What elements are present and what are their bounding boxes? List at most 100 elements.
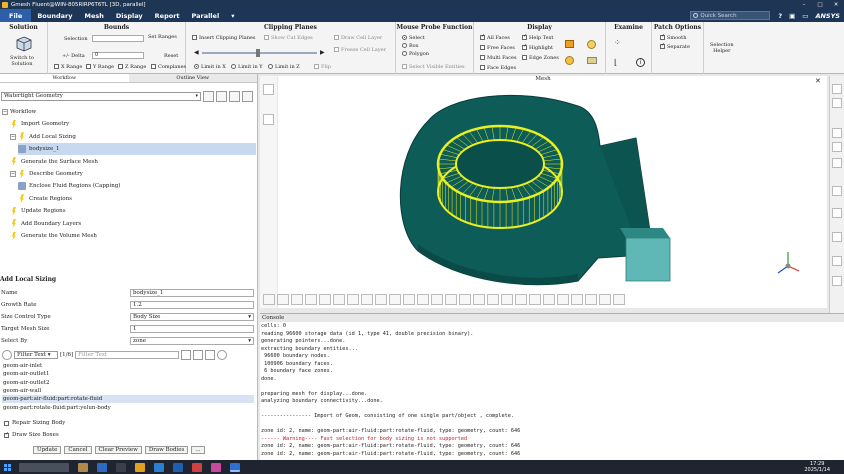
tool-draw-icon[interactable] [501,294,513,305]
workflow-tree-item[interactable]: bodysize_1 [18,143,256,156]
tool-multi-icon[interactable] [375,294,387,305]
tool-label-icon[interactable] [487,294,499,305]
list-options-icon[interactable] [205,349,216,360]
menu-mesh[interactable]: Mesh [78,12,109,20]
limit-y-radio[interactable] [231,64,236,69]
tool-hand-icon[interactable] [557,294,569,305]
tool-point-icon[interactable] [277,294,289,305]
menu-boundary[interactable]: Boundary [31,12,78,20]
taskbar-folder-icon[interactable] [135,462,145,472]
property-input[interactable]: 1 [130,324,254,333]
tool-object-icon[interactable] [445,294,457,305]
filter-type-select[interactable]: Filter Text ▾ [14,350,58,359]
workflow-tree-item[interactable]: Add Boundary Layers [10,218,81,230]
workflow-tree-item[interactable]: Generate the Volume Mesh [10,230,97,242]
tool-body-icon[interactable] [361,294,373,305]
zoom-box-icon[interactable] [832,142,842,152]
select-visible-checkbox[interactable] [402,64,407,69]
tool-box-icon[interactable] [585,294,597,305]
tool-reset-icon[interactable] [599,294,611,305]
list-refresh-icon[interactable] [217,349,228,360]
free-faces-checkbox[interactable] [480,45,485,50]
tool-face-icon[interactable] [347,294,359,305]
flip-checkbox[interactable] [314,64,319,69]
workflow-tree-item[interactable]: − Workflow [2,106,36,118]
tool-group-icon[interactable] [431,294,443,305]
view-iso-icon[interactable] [832,208,842,218]
tab-workflow[interactable]: Workflow [0,74,129,82]
taskbar-edge-icon[interactable] [154,462,164,472]
menu-overflow-icon[interactable]: ▾ [225,12,240,20]
insert-clipping-checkbox[interactable] [192,35,197,40]
tool-delete-icon[interactable] [613,294,625,305]
update-button[interactable]: Update [33,446,62,454]
highlight-checkbox[interactable] [522,43,527,50]
polygon-radio[interactable] [402,51,407,56]
selection-input[interactable] [92,35,144,42]
z-range-checkbox[interactable] [118,64,123,69]
close-window-icon[interactable]: ✕ [828,2,844,8]
selection-helper-button[interactable]: Selection Helper [710,42,734,54]
separate-checkbox[interactable] [660,42,665,49]
zone-list-item[interactable]: geom-part:rotate-fluid:part:yelun-body [2,404,254,412]
tool-fit-icon[interactable] [417,294,429,305]
window-icon[interactable]: ▭ [802,12,808,20]
workflow-tree-item[interactable]: − Add Local Sizing [10,131,76,143]
reset-button[interactable]: Reset [164,53,178,59]
workflow-open-icon[interactable] [203,91,214,102]
tool-link-icon[interactable] [473,294,485,305]
tab-outline-view[interactable]: Outline View [129,74,258,82]
draw-size-boxes-checkbox[interactable] [4,431,9,438]
graphics-viewport[interactable] [278,76,827,308]
taskbar-app2-icon[interactable] [192,462,202,472]
tool-rotate-icon[interactable] [515,294,527,305]
complanes-checkbox[interactable] [151,64,156,69]
repair-sizing-checkbox[interactable] [4,420,9,426]
tool-select-icon[interactable] [333,294,345,305]
display-settings-icon[interactable] [565,40,574,48]
clear-preview-button[interactable]: Clear Preview [94,446,142,454]
help-icon[interactable]: ? [778,12,782,20]
list-deselect-icon[interactable] [193,349,204,360]
workflow-revert-icon[interactable] [229,91,240,102]
limit-x-radio[interactable] [194,64,199,69]
filter-mode-icon[interactable] [2,349,12,360]
tool-rotate3-icon[interactable] [543,294,555,305]
help-text-checkbox[interactable] [522,33,527,40]
viewport-copy-icon[interactable] [263,114,274,125]
taskbar-explorer-icon[interactable] [97,462,107,472]
filter-text-input[interactable]: Filter Text [75,350,180,359]
workflow-tree-item[interactable]: Import Geometry [10,118,69,130]
tool-pick-icon[interactable] [263,294,275,305]
zone-list-item[interactable]: geom-part:air-fluid:part:rotate-fluid [2,395,254,404]
zone-list-item[interactable]: geom-air-outlet2 [2,379,254,387]
export-icon[interactable] [832,276,842,286]
taskbar-app3-icon[interactable] [211,462,221,472]
zone-list-item[interactable]: geom-air-inlet [2,362,254,370]
face-edges-checkbox[interactable] [480,65,485,70]
property-select[interactable]: Body Size ▾ [130,312,254,321]
cursor-icon[interactable] [832,128,842,138]
workflow-tree-item[interactable]: Generate the Surface Mesh [10,156,98,168]
sun-icon[interactable] [565,56,574,65]
lighting-icon[interactable] [587,40,596,49]
workflow-help-icon[interactable] [242,91,253,102]
workflow-type-select[interactable]: Watertight Geometry ▾ [1,92,201,101]
box-radio[interactable] [402,43,407,48]
view-copy-icon[interactable] [832,232,842,242]
expand-toggle-icon[interactable]: − [10,171,16,177]
minimize-icon[interactable]: – [796,2,812,8]
switch-to-solution-button[interactable]: Switch to Solution [10,55,34,67]
tool-rotate2-icon[interactable] [529,294,541,305]
workflow-tree-item[interactable]: Create Regions [18,193,72,205]
chart-icon[interactable] [832,256,842,266]
zone-list-item[interactable]: geom-air-wall [2,387,254,395]
select-radio[interactable] [402,35,407,40]
info-icon[interactable]: i [636,58,645,67]
console-panel[interactable]: Console cells: 0 reading 96600 storage da… [260,313,844,460]
multi-faces-checkbox[interactable] [480,55,485,60]
maximize-icon[interactable]: □ [812,2,828,8]
tool-angle-icon[interactable] [319,294,331,305]
settings-icon[interactable]: ▣ [789,12,795,20]
list-select-all-icon[interactable] [181,349,192,360]
